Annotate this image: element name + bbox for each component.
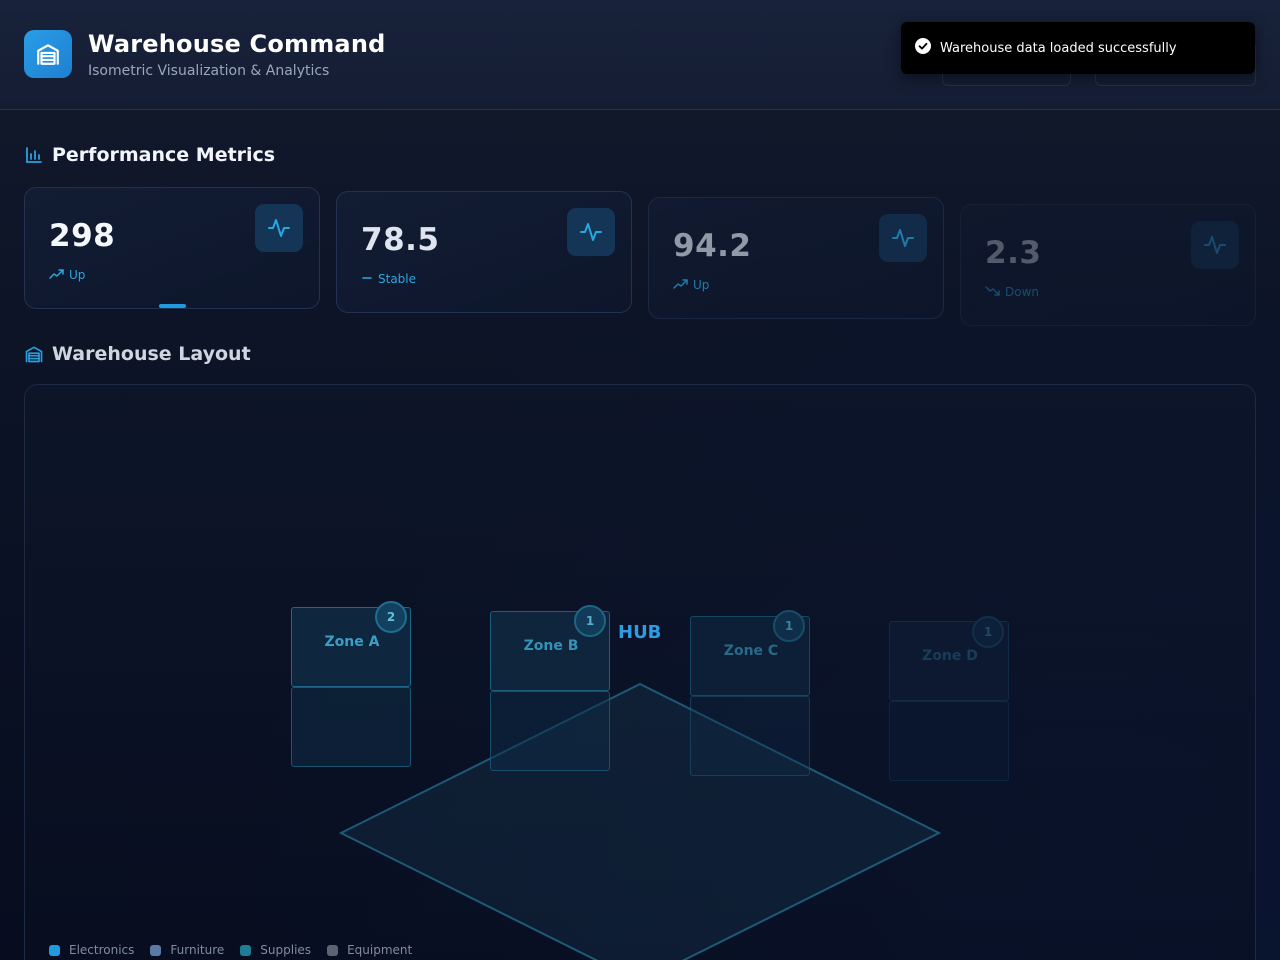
zone-label: Zone B	[523, 638, 579, 654]
legend-item: Furniture	[150, 943, 224, 957]
hub-label: HUB	[618, 622, 662, 643]
hub-floor	[338, 682, 942, 960]
legend-label: Supplies	[260, 943, 312, 957]
legend-item: Supplies	[240, 943, 311, 957]
zone-rack	[690, 696, 810, 776]
legend-swatch	[49, 944, 60, 956]
legend-label: Electronics	[69, 943, 135, 957]
zone-count-badge: 1	[574, 605, 606, 637]
zone-rack	[889, 701, 1009, 781]
legend-swatch	[327, 944, 339, 956]
zone-label: Zone A	[324, 634, 380, 650]
category-legend: Electronics Furniture Supplies Equipment	[49, 943, 428, 957]
zone-rack	[291, 687, 411, 767]
legend-label: Equipment	[347, 943, 413, 957]
legend-item: Electronics	[49, 943, 134, 957]
legend-swatch	[240, 944, 252, 956]
zone-rack	[490, 691, 610, 771]
zone-count-badge: 1	[773, 610, 805, 642]
legend-item: Equipment	[327, 943, 412, 957]
legend-label: Furniture	[170, 943, 225, 957]
zone-label: Zone C	[723, 643, 779, 659]
zone-count-badge: 1	[972, 616, 1004, 648]
zone-count-badge: 2	[375, 601, 407, 633]
legend-swatch	[150, 944, 162, 956]
zone-label: Zone D	[922, 648, 978, 664]
